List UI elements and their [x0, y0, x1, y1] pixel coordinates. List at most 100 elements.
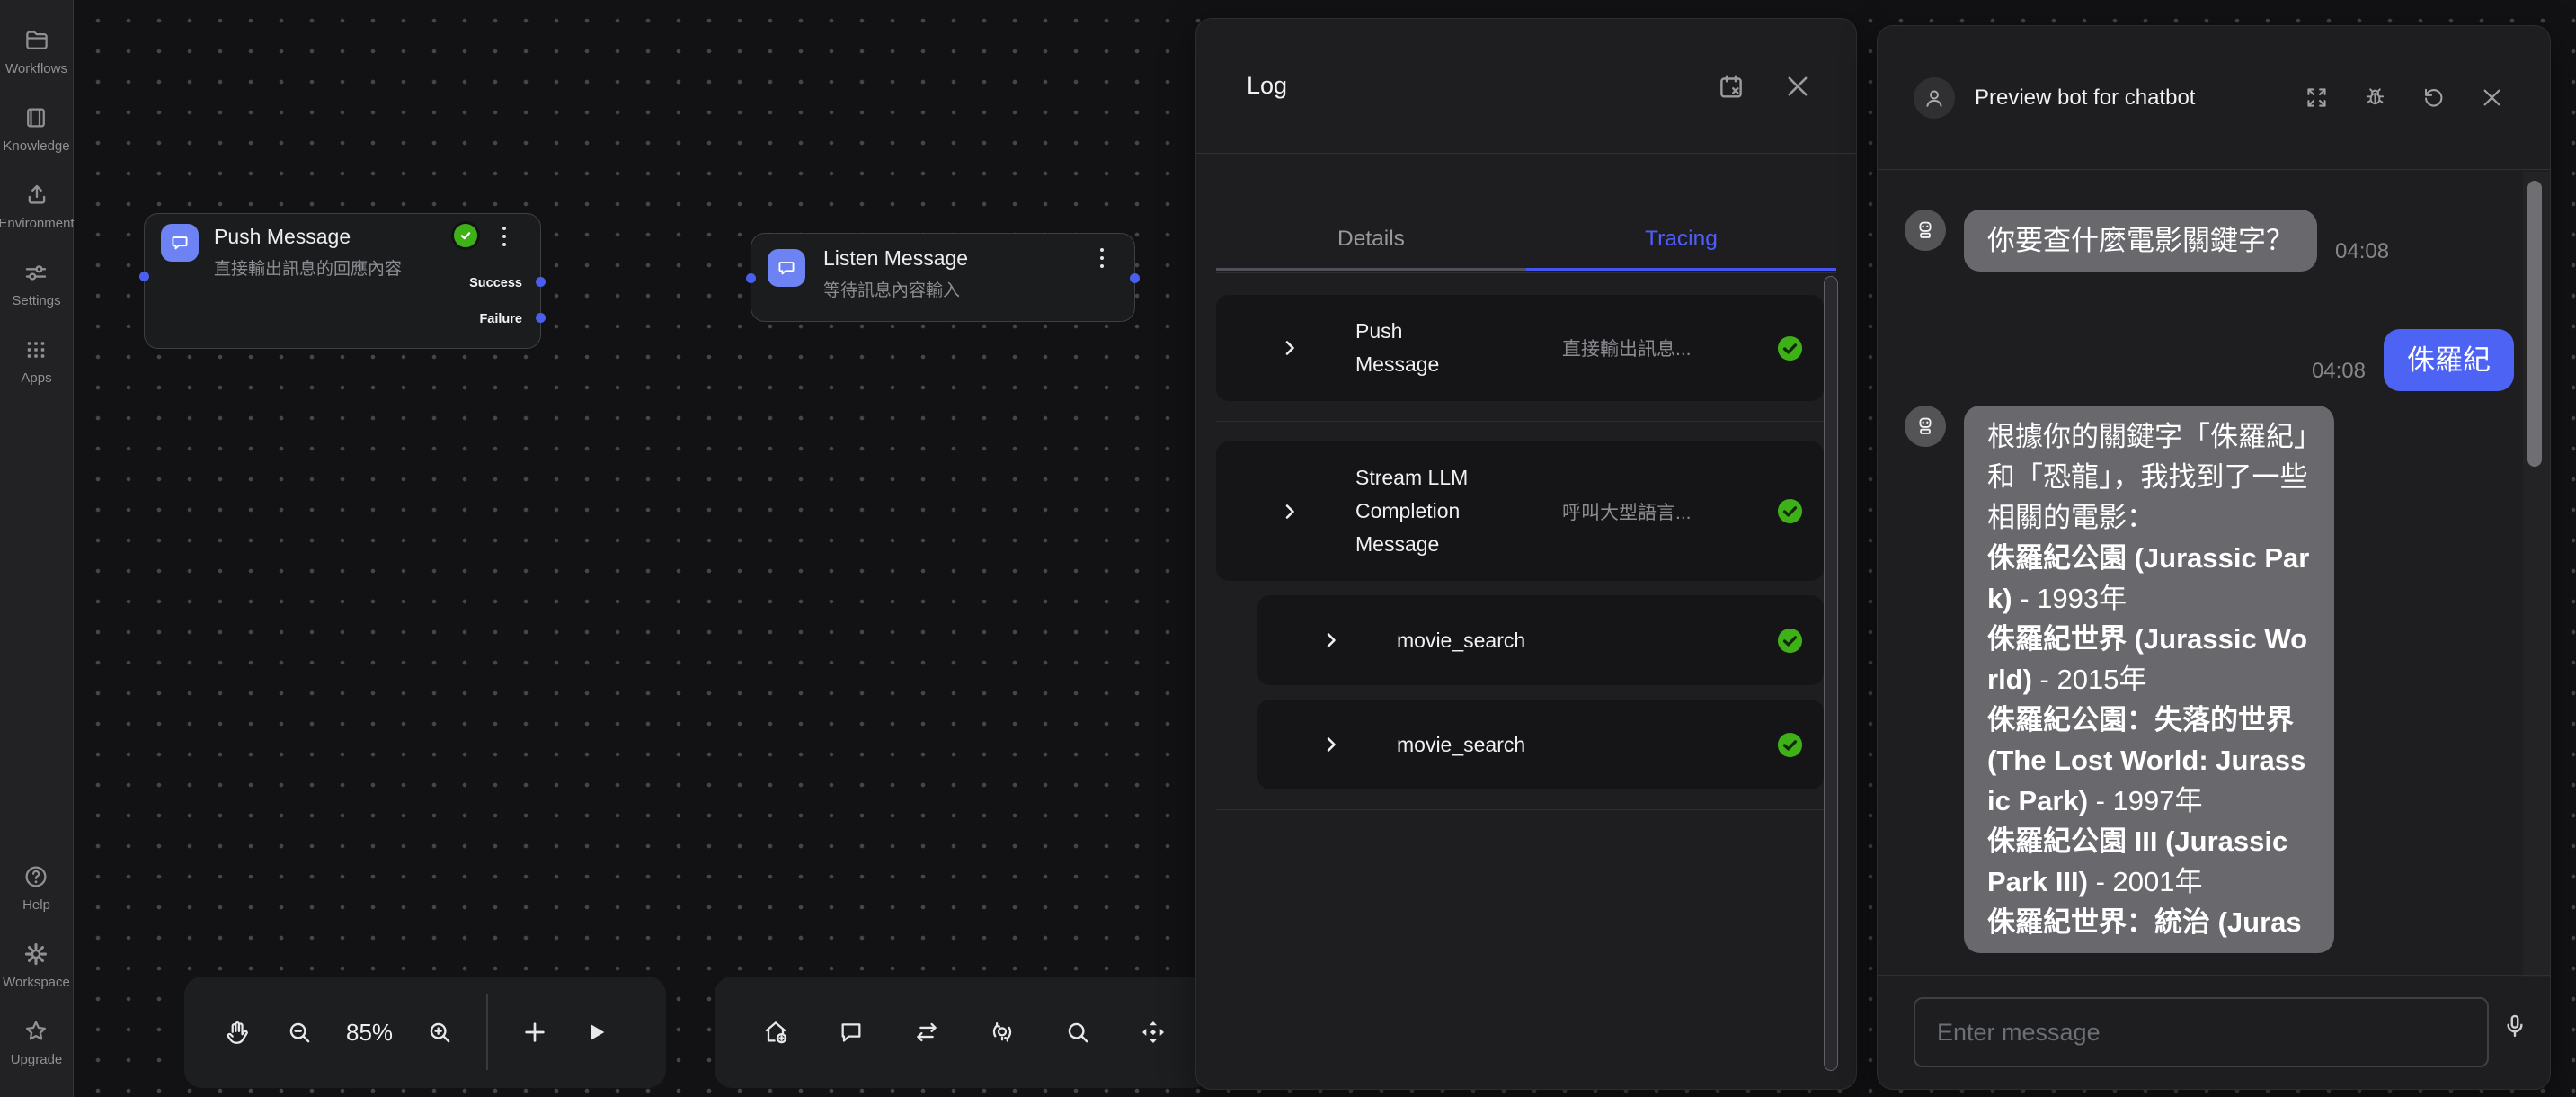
run-icon[interactable] — [582, 1018, 610, 1047]
log-tabs: Details Tracing — [1216, 156, 1836, 271]
chat-message-row: 侏羅紀 04:08 — [1878, 329, 2550, 391]
sidebar-item-settings[interactable]: Settings — [12, 259, 60, 308]
sidebar-item-workspace[interactable]: Workspace — [3, 941, 70, 989]
log-header: Log — [1196, 19, 1856, 154]
node-listen-message[interactable]: Listen Message 等待訊息內容輸入 — [751, 233, 1135, 322]
chat-panel-title: Preview bot for chatbot — [1975, 81, 2199, 114]
zoom-level[interactable]: 85% — [346, 1019, 393, 1047]
robot-avatar-icon — [1905, 406, 1946, 447]
sidebar-item-help[interactable]: Help — [22, 863, 50, 912]
sidebar-item-environment[interactable]: Environment — [0, 182, 75, 230]
sidebar: Workflows Knowledge Environment Settings… — [0, 0, 74, 1097]
chat-header-icons — [2304, 85, 2505, 111]
node-subtitle: 直接輸出訊息的回應內容 — [214, 255, 402, 280]
tab-details[interactable]: Details — [1216, 156, 1526, 271]
trace-divider — [1216, 421, 1836, 422]
folder-icon — [23, 27, 50, 54]
chat-message-row: 你要查什麼電影關鍵字？ 04:08 — [1878, 210, 2550, 272]
chat-scrollbar[interactable] — [2527, 181, 2542, 467]
trace-row[interactable]: movie_search — [1257, 595, 1824, 685]
book-icon — [22, 104, 49, 131]
node-menu-icon[interactable] — [1091, 245, 1113, 272]
sidebar-item-label: Knowledge — [3, 139, 69, 153]
trace-row[interactable]: Stream LLM Completion Message 呼叫大型語言... — [1216, 441, 1824, 581]
tracing-list: Push Message 直接輸出訊息... Stream LLM Comple… — [1216, 272, 1836, 1087]
chevron-right-icon[interactable] — [1279, 501, 1301, 522]
trace-row-title: movie_search — [1397, 624, 1532, 657]
trace-row-desc: 呼叫大型語言... — [1562, 498, 1776, 525]
chat-message-row: 根據你的關鍵字「侏羅紀」和「恐龍」，我找到了一些相關的電影：侏羅紀公園 (Jur… — [1878, 406, 2550, 953]
add-home-icon[interactable] — [761, 1018, 790, 1047]
port-failure[interactable] — [536, 313, 546, 323]
fit-view-icon[interactable] — [1139, 1018, 1168, 1047]
debug-bug-icon[interactable] — [2362, 85, 2388, 111]
port-label-failure: Failure — [479, 312, 522, 326]
node-title: Listen Message — [823, 246, 968, 271]
expand-icon[interactable] — [2304, 85, 2330, 111]
trace-row[interactable]: movie_search — [1257, 700, 1824, 789]
sidebar-item-label: Workflows — [5, 62, 67, 76]
message-bubble-icon — [161, 224, 199, 262]
chevron-right-icon[interactable] — [1279, 337, 1301, 359]
clear-log-calendar-icon[interactable] — [1716, 71, 1746, 102]
chevron-right-icon[interactable] — [1320, 629, 1342, 651]
port-success[interactable] — [536, 277, 546, 287]
toolbar-divider — [486, 994, 488, 1070]
action-toolbar — [715, 977, 1211, 1088]
trace-row-title: movie_search — [1397, 728, 1532, 762]
check-circle-icon — [1776, 731, 1804, 759]
help-circle-icon — [22, 863, 49, 890]
check-circle-icon — [1776, 334, 1804, 362]
zoom-in-icon[interactable] — [425, 1018, 454, 1047]
idea-refresh-icon[interactable] — [988, 1018, 1017, 1047]
sidebar-item-label: Help — [22, 898, 50, 912]
microphone-icon[interactable] — [2500, 1012, 2530, 1047]
trace-row[interactable]: Push Message 直接輸出訊息... — [1216, 295, 1824, 401]
log-scrollbar[interactable] — [1824, 276, 1838, 1071]
zoom-toolbar: 85% — [184, 977, 666, 1088]
trace-row-title: Push Message — [1355, 315, 1490, 381]
message-timestamp: 04:08 — [2312, 359, 2366, 384]
comment-icon[interactable] — [837, 1018, 866, 1047]
trace-row-desc: 直接輸出訊息... — [1562, 334, 1776, 361]
chat-preview-panel: Preview bot for chatbot 你要查什麼電影關鍵字？ 04:0… — [1877, 25, 2551, 1090]
check-circle-icon — [1776, 627, 1804, 655]
sidebar-item-upgrade[interactable]: Upgrade — [11, 1018, 63, 1066]
port-label-success: Success — [469, 276, 522, 290]
port-output[interactable] — [1130, 273, 1140, 283]
sidebar-item-label: Workspace — [3, 976, 70, 989]
node-menu-icon[interactable] — [493, 223, 515, 250]
chevron-right-icon[interactable] — [1320, 734, 1342, 755]
swap-arrows-icon[interactable] — [912, 1018, 941, 1047]
sliders-icon — [22, 259, 49, 286]
add-node-icon[interactable] — [520, 1018, 549, 1047]
gear-icon — [22, 941, 49, 968]
node-subtitle: 等待訊息內容輸入 — [823, 277, 960, 301]
grid-dots-icon — [22, 336, 49, 363]
sidebar-item-workflows[interactable]: Workflows — [5, 27, 67, 76]
chat-bubble: 侏羅紀 — [2384, 329, 2514, 391]
upload-icon — [23, 182, 50, 209]
success-check-icon — [451, 221, 480, 250]
port-input[interactable] — [746, 273, 756, 283]
sidebar-item-label: Apps — [21, 371, 51, 385]
node-push-message[interactable]: Push Message 直接輸出訊息的回應內容 Success Failure — [144, 213, 541, 349]
chat-input-bar — [1878, 975, 2550, 1089]
star-icon — [22, 1018, 49, 1045]
sidebar-item-knowledge[interactable]: Knowledge — [3, 104, 69, 153]
sidebar-item-apps[interactable]: Apps — [21, 336, 51, 385]
search-icon[interactable] — [1063, 1018, 1092, 1047]
sidebar-item-label: Settings — [12, 294, 60, 308]
zoom-out-icon[interactable] — [285, 1018, 314, 1047]
reset-refresh-icon[interactable] — [2421, 85, 2447, 111]
node-title: Push Message — [214, 225, 351, 249]
port-input[interactable] — [139, 272, 149, 281]
tab-tracing[interactable]: Tracing — [1526, 156, 1836, 271]
chat-bubble: 你要查什麼電影關鍵字？ — [1964, 210, 2317, 272]
message-timestamp: 04:08 — [2335, 239, 2389, 264]
pan-hand-icon[interactable] — [224, 1018, 253, 1047]
sidebar-item-label: Environment — [0, 217, 75, 230]
close-icon[interactable] — [2479, 85, 2505, 111]
message-input[interactable] — [1914, 997, 2489, 1067]
close-icon[interactable] — [1782, 71, 1813, 102]
